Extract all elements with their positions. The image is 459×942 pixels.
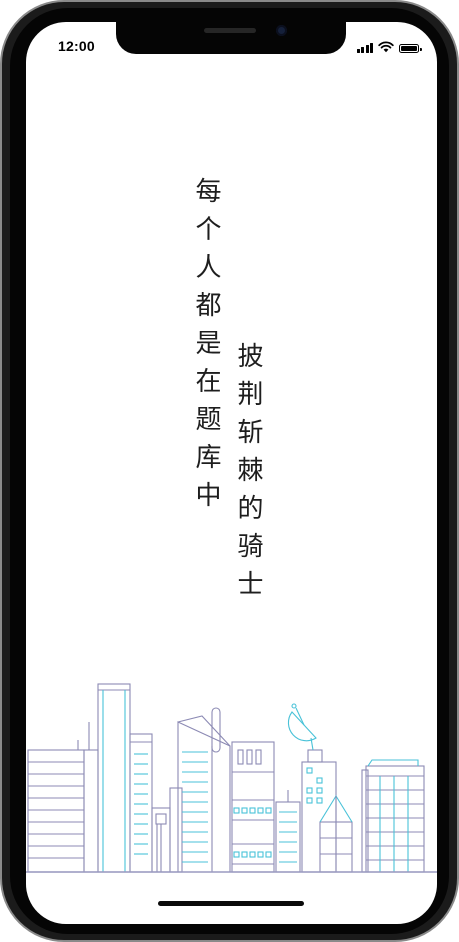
status-icons (356, 41, 422, 53)
city-skyline-illustration (26, 683, 437, 873)
wifi-icon (378, 41, 394, 53)
slogan-line-1: 每个人都是在题库中 (191, 177, 221, 519)
front-camera (276, 25, 287, 36)
slogan-line-2: 披荆斩棘的骑士 (233, 342, 263, 608)
battery-icon (399, 44, 422, 53)
home-indicator[interactable] (158, 901, 304, 906)
phone-frame: 12:00 每个人都是在题库中 披荆斩棘的骑士 (0, 0, 459, 942)
signal-icon (356, 42, 373, 53)
status-time: 12:00 (58, 38, 95, 54)
speaker-grille (204, 28, 256, 33)
screen: 12:00 每个人都是在题库中 披荆斩棘的骑士 (26, 22, 437, 924)
notch (116, 22, 346, 54)
